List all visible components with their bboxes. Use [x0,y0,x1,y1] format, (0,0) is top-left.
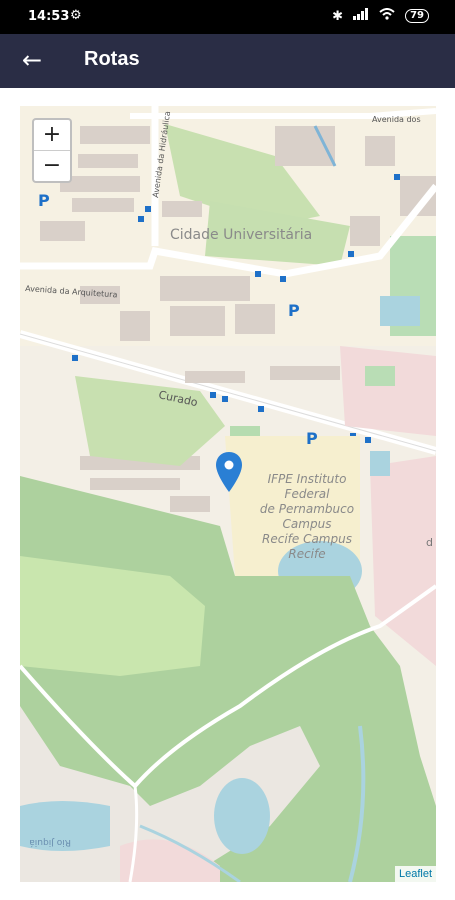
app-bar: ← Rotas [0,34,455,88]
zoom-in-button[interactable]: + [34,120,70,150]
svg-text:P: P [288,301,300,320]
attribution[interactable]: Leaflet [394,866,436,882]
location-marker-icon[interactable] [216,452,242,492]
battery-icon: 79 [405,9,429,23]
bluetooth-icon: ✱ [332,8,344,24]
map-label-ifpe-3: de Pernambuco [260,502,354,516]
map-label-river: Rio Jiquiá [29,837,71,847]
map-label-area: Cidade Universitária [170,227,312,243]
map-label-ifpe-5: Recife Campus [262,532,352,546]
wifi-icon [379,8,395,24]
svg-text:P: P [306,429,318,448]
map-label-right: d [426,536,433,549]
sync-icon: ⚙ [70,8,82,23]
map-label-ifpe-6: Recife [288,547,325,561]
page-title: Rotas [84,48,140,70]
status-bar: 14:53 ⚙ ✱ 79 [0,0,455,34]
status-time: 14:53 [28,9,70,24]
svg-text:P: P [38,191,50,210]
map-label-avenue-top: Avenida dos [372,115,421,124]
status-icons: ✱ 79 [332,8,429,24]
zoom-out-button[interactable]: − [34,151,70,181]
map-label-ifpe-4: Campus [283,517,332,531]
zoom-control: + − [32,118,72,183]
map-label-ifpe-1: IFPE Instituto [268,472,347,486]
map-canvas[interactable]: PPP Cidade Universitária Avenida da Arqu… [20,106,436,882]
back-arrow-icon[interactable]: ← [22,46,42,74]
map-view[interactable]: PPP Cidade Universitária Avenida da Arqu… [20,106,436,882]
map-label-ifpe-2: Federal [285,487,331,501]
signal-icon [353,8,369,24]
